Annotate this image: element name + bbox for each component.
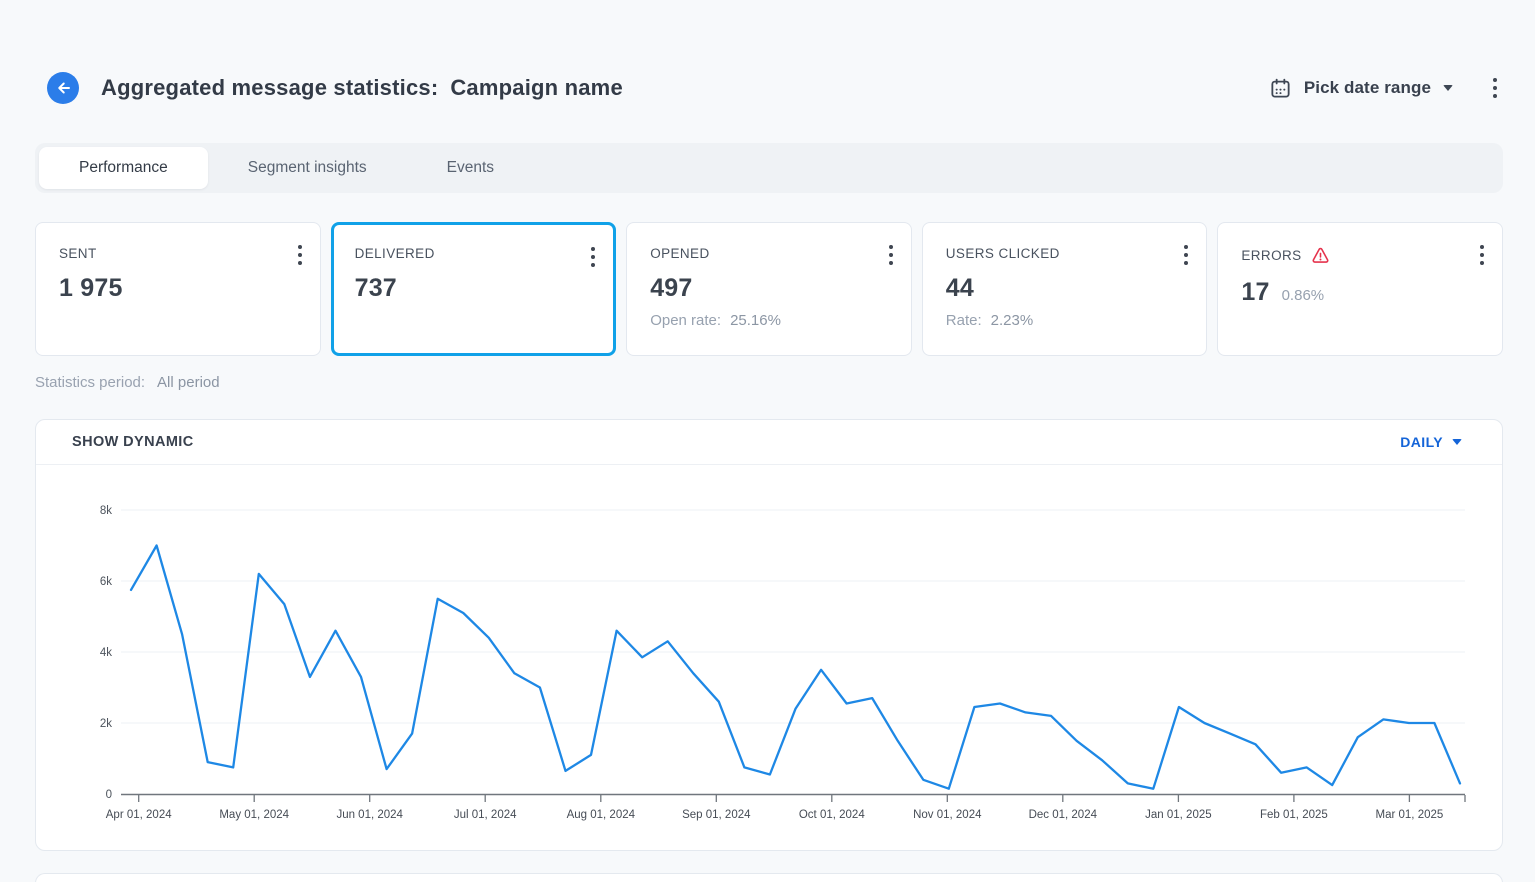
tab-bar: PerformanceSegment insightsEvents [35, 143, 1503, 193]
chevron-down-icon [1443, 85, 1453, 91]
svg-text:6k: 6k [100, 576, 112, 588]
card-menu-button[interactable] [585, 243, 601, 271]
card-menu-button[interactable] [1474, 241, 1490, 269]
card-sub-rate: Open rate:25.16% [650, 312, 894, 329]
card-inline-rate: 0.86% [1282, 287, 1325, 304]
card-value: 1 975 [59, 274, 123, 303]
svg-text:Oct 01, 2024: Oct 01, 2024 [799, 809, 865, 821]
pick-date-range-button[interactable]: Pick date range [1269, 77, 1453, 100]
card-menu-button[interactable] [292, 241, 308, 269]
next-panel-edge [35, 873, 1503, 882]
svg-text:2k: 2k [100, 718, 112, 730]
card-value: 737 [355, 274, 397, 303]
card-menu-button[interactable] [1178, 241, 1194, 269]
svg-text:Jul 01, 2024: Jul 01, 2024 [454, 809, 517, 821]
aggregated-statistics-page: Aggregated message statistics:Campaign n… [0, 70, 1535, 882]
stat-cards-row: SENT 1 975 DELIVERED 737 OPENED 497 Open rate:… [35, 222, 1503, 356]
card-label: USERS CLICKED [946, 246, 1060, 261]
svg-text:Apr 01, 2024: Apr 01, 2024 [106, 809, 172, 821]
card-value: 17 [1241, 278, 1269, 307]
card-value: 497 [650, 274, 692, 303]
header-menu-button[interactable] [1487, 74, 1503, 102]
stat-card-opened[interactable]: OPENED 497 Open rate:25.16% [626, 222, 912, 356]
chart-panel-title: SHOW DYNAMIC [72, 434, 194, 450]
tab-events[interactable]: Events [407, 147, 534, 189]
interval-label: DAILY [1400, 434, 1443, 450]
svg-text:Aug 01, 2024: Aug 01, 2024 [567, 809, 636, 821]
svg-text:Sep 01, 2024: Sep 01, 2024 [682, 809, 751, 821]
page-title: Aggregated message statistics:Campaign n… [101, 75, 623, 101]
statistics-period: Statistics period: All period [35, 374, 1535, 391]
card-value: 44 [946, 274, 974, 303]
card-label: ERRORS [1241, 248, 1301, 263]
svg-text:Nov 01, 2024: Nov 01, 2024 [913, 809, 982, 821]
stat-card-delivered[interactable]: DELIVERED 737 [331, 222, 617, 356]
calendar-icon [1269, 77, 1292, 100]
statistics-period-label: Statistics period: [35, 374, 145, 391]
svg-text:Mar 01, 2025: Mar 01, 2025 [1376, 809, 1444, 821]
svg-text:8k: 8k [100, 505, 112, 517]
campaign-name: Campaign name [450, 75, 623, 100]
svg-text:0: 0 [106, 789, 112, 801]
stat-card-users-clicked[interactable]: USERS CLICKED 44 Rate:2.23% [922, 222, 1208, 356]
svg-text:4k: 4k [100, 647, 112, 659]
page-header: Aggregated message statistics:Campaign n… [47, 70, 1503, 106]
date-range-label: Pick date range [1304, 78, 1431, 98]
dynamic-chart-panel: SHOW DYNAMIC DAILY 0 2k 4k 6k 8k Apr 01, 2024… [35, 419, 1503, 851]
card-label: OPENED [650, 246, 709, 261]
svg-text:Dec 01, 2024: Dec 01, 2024 [1029, 809, 1098, 821]
line-chart: 0 2k 4k 6k 8k Apr 01, 2024 May 01, 2024 Jun 01,… [36, 465, 1500, 850]
card-sub-rate: Rate:2.23% [946, 312, 1190, 329]
svg-text:Feb 01, 2025: Feb 01, 2025 [1260, 809, 1328, 821]
stat-card-sent[interactable]: SENT 1 975 [35, 222, 321, 356]
svg-text:Jan 01, 2025: Jan 01, 2025 [1145, 809, 1212, 821]
card-menu-button[interactable] [883, 241, 899, 269]
tab-performance[interactable]: Performance [39, 147, 208, 189]
card-label: DELIVERED [355, 246, 435, 261]
chart-panel-header: SHOW DYNAMIC DAILY [36, 420, 1502, 465]
arrow-left-icon [54, 79, 72, 97]
stat-card-errors[interactable]: ERRORS 17 0.86% [1217, 222, 1503, 356]
svg-text:Jun 01, 2024: Jun 01, 2024 [336, 809, 403, 821]
svg-text:May 01, 2024: May 01, 2024 [219, 809, 289, 821]
interval-dropdown[interactable]: DAILY [1400, 434, 1462, 450]
statistics-period-value: All period [157, 374, 220, 391]
tab-segment-insights[interactable]: Segment insights [208, 147, 407, 189]
warning-icon [1311, 246, 1330, 265]
back-button[interactable] [47, 72, 79, 104]
card-label: SENT [59, 246, 97, 261]
chevron-down-icon [1452, 439, 1462, 445]
